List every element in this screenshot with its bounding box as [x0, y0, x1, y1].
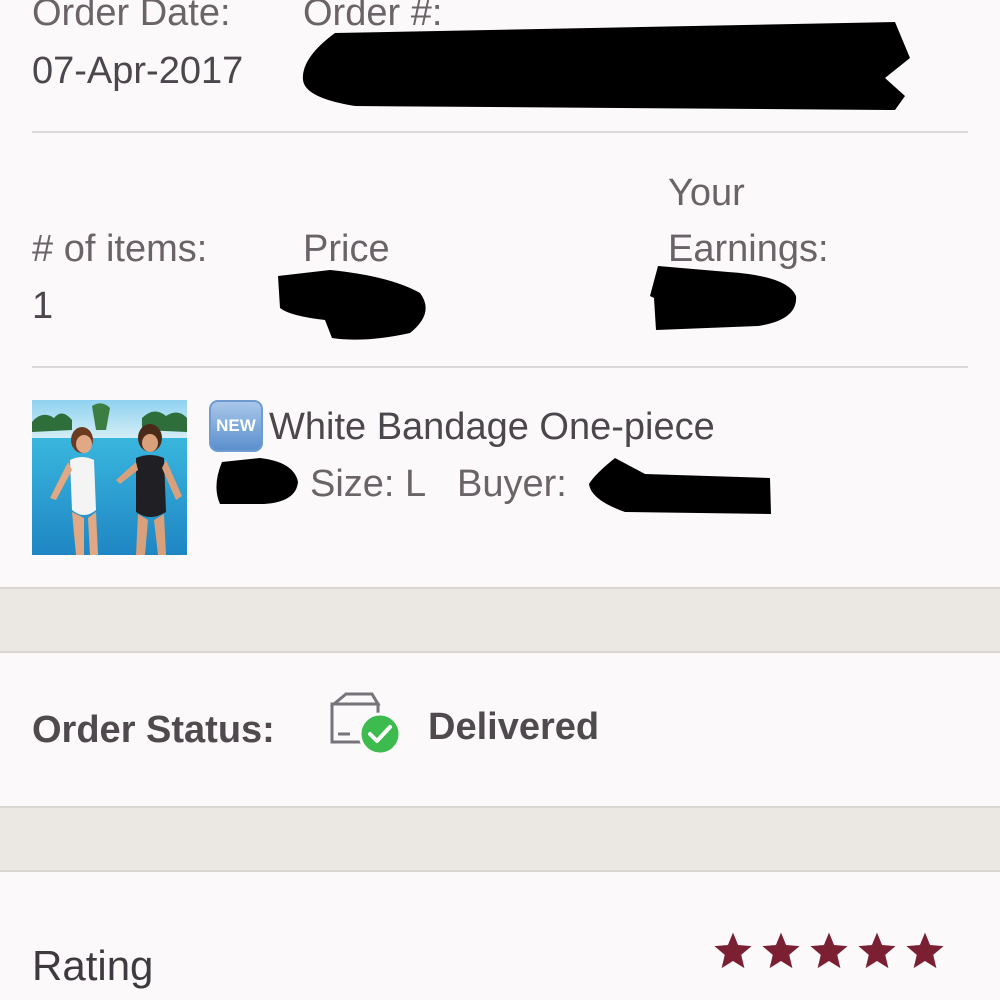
star-icon[interactable] — [808, 930, 850, 972]
buyer-redaction — [589, 458, 771, 514]
order-details-page: Order Date: Order #: 07-Apr-2017 # of it… — [0, 0, 1000, 1000]
divider — [32, 131, 968, 133]
star-icon[interactable] — [712, 930, 754, 972]
divider — [32, 366, 968, 368]
order-number-redaction — [302, 22, 910, 110]
items-count-label: # of items: — [32, 228, 208, 270]
product-photo-icon — [32, 400, 187, 555]
buyer-label: Buyer: — [457, 463, 567, 505]
order-status-value: Delivered — [428, 706, 600, 748]
earnings-redaction — [650, 266, 797, 330]
order-date-label: Order Date: — [32, 0, 231, 34]
order-status-label: Order Status: — [32, 709, 275, 751]
section-separator — [0, 806, 1000, 872]
price-redaction — [278, 270, 426, 340]
new-badge-icon: NEW — [209, 400, 263, 452]
product-size: Size: L — [310, 463, 427, 505]
product-thumbnail[interactable] — [32, 400, 187, 555]
items-count-value: 1 — [32, 285, 54, 327]
star-icon[interactable] — [760, 930, 802, 972]
earnings-label-line1: Your — [668, 172, 745, 214]
star-icon[interactable] — [904, 930, 946, 972]
seller-redaction — [216, 458, 298, 504]
star-icon[interactable] — [856, 930, 898, 972]
rating-label: Rating — [32, 942, 154, 989]
order-date-value: 07-Apr-2017 — [32, 50, 244, 92]
rating-stars[interactable] — [712, 930, 946, 972]
delivered-box-check-icon — [329, 692, 402, 756]
price-label: Price — [303, 228, 390, 270]
product-title[interactable]: White Bandage One-piece — [269, 408, 715, 446]
section-separator — [0, 587, 1000, 653]
